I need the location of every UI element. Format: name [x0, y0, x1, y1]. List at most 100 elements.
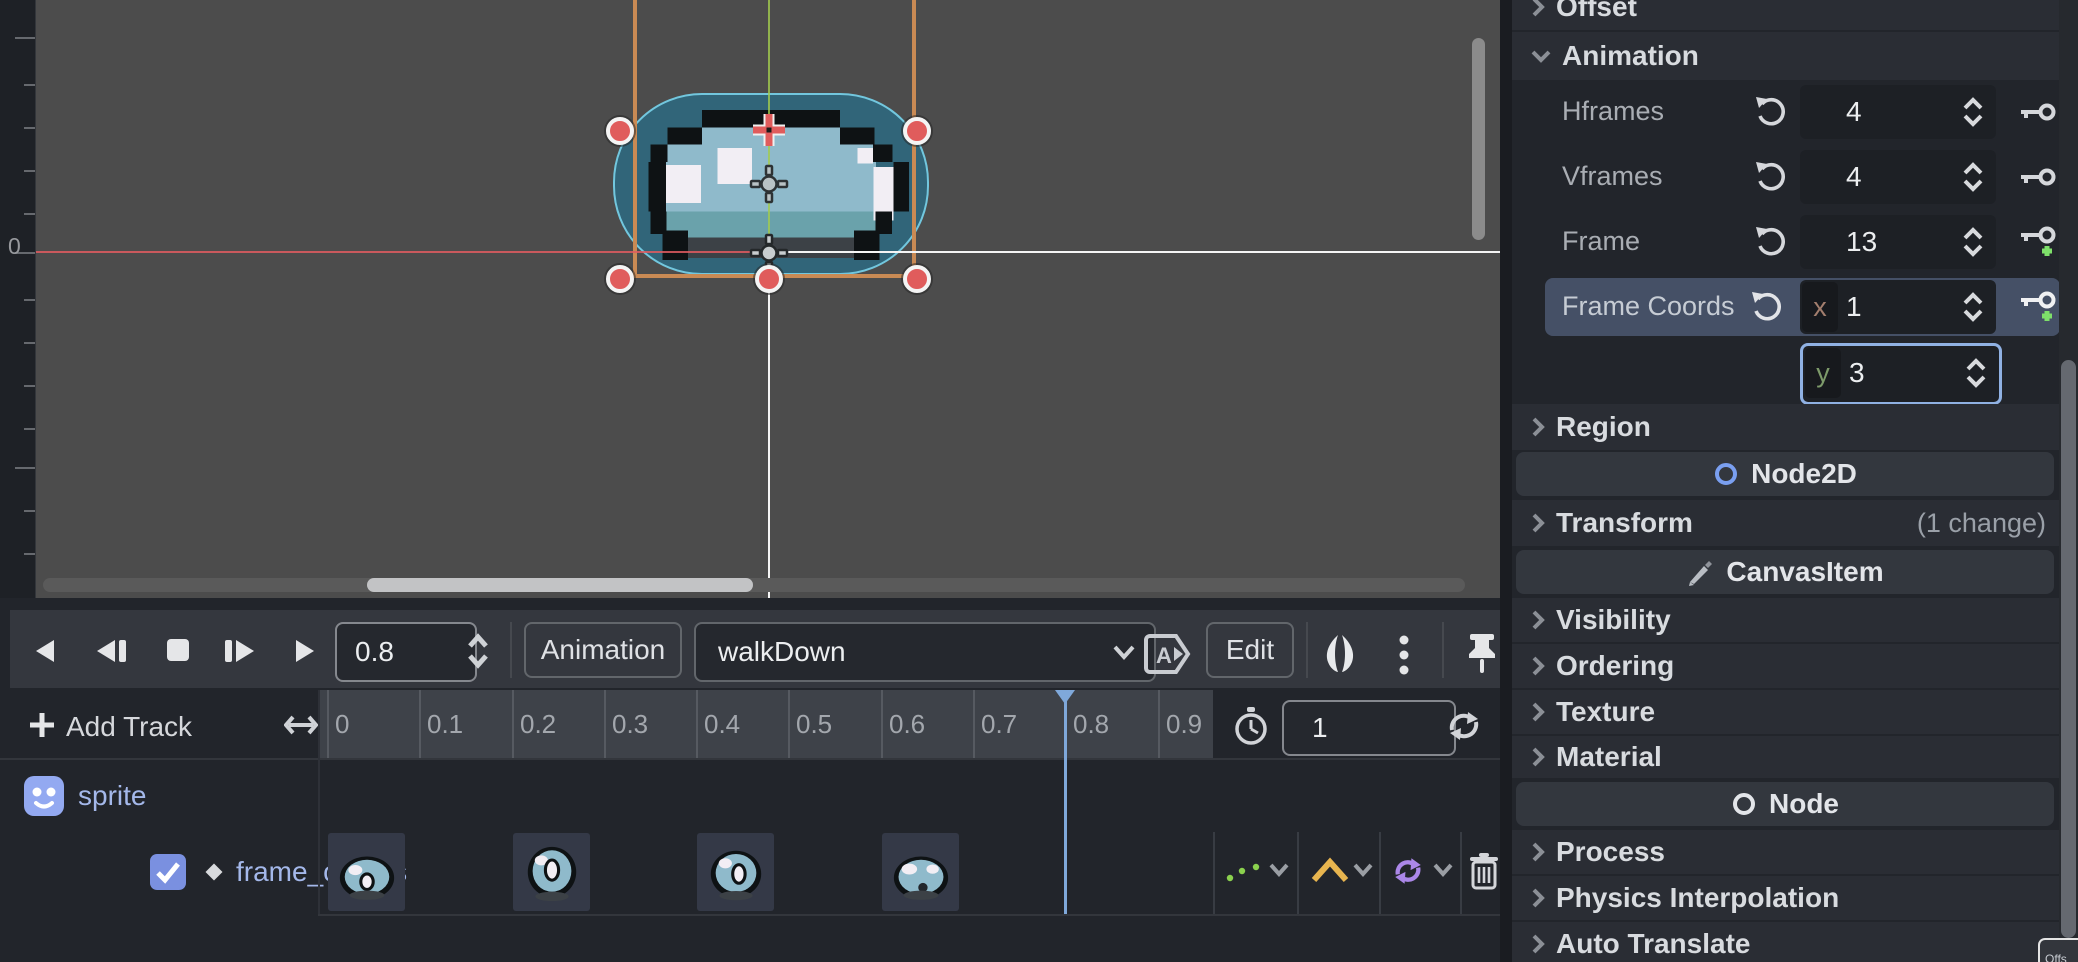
frame-coords-y-field[interactable]: y 3 — [1800, 343, 2002, 405]
interpolation-dropdown-icon[interactable] — [1352, 862, 1374, 877]
keyframe-0[interactable] — [328, 833, 405, 911]
vframes-field[interactable]: 4 — [1800, 150, 1996, 204]
frame-field[interactable]: 13 — [1800, 215, 1996, 269]
animation-menu-button[interactable]: Animation — [524, 622, 682, 678]
frame-coords-x-field[interactable]: x 1 — [1800, 280, 1996, 334]
inspector-scrollbar[interactable] — [2059, 0, 2078, 962]
autoplay-on-load-icon[interactable]: A — [1144, 632, 1192, 676]
revert-icon[interactable] — [1754, 224, 1788, 258]
wrap-mode-dropdown-icon[interactable] — [1432, 862, 1454, 877]
current-animation-name: walkDown — [718, 636, 846, 668]
game-rect-left-edge — [768, 252, 770, 598]
play-backwards-button[interactable] — [32, 638, 58, 664]
vframes-key-icon[interactable] — [2016, 150, 2060, 204]
spinner-icon[interactable] — [1960, 162, 1986, 192]
current-time-field[interactable]: 0.8 — [335, 622, 477, 682]
timeline-ruler[interactable]: 0 0.1 0.2 0.3 0.4 0.5 0.6 0.7 0.8 0.9 — [318, 690, 1213, 760]
frame-coords-key-insert-icon[interactable] — [2016, 280, 2060, 334]
ruler-tick — [15, 37, 35, 39]
loop-wrap-mode-icon[interactable] — [1390, 854, 1426, 888]
x-axis-line — [35, 251, 769, 253]
more-options-kebab-icon[interactable] — [1394, 634, 1414, 676]
section-ordering[interactable]: Ordering — [1512, 644, 2076, 688]
section-material[interactable]: Material — [1512, 736, 2076, 778]
timeline-zoom-arrows-icon[interactable] — [284, 713, 318, 737]
spinner-icon[interactable] — [1960, 227, 1986, 257]
playhead-line[interactable] — [1064, 692, 1067, 914]
keyframe-1[interactable] — [513, 833, 590, 911]
section-region[interactable]: Region — [1512, 404, 2076, 450]
play-backwards-from-end-button[interactable] — [95, 638, 129, 664]
add-track-button[interactable]: Add Track — [66, 711, 192, 743]
corner-popup: Offs — [2038, 938, 2078, 962]
frame-key-insert-icon[interactable] — [2016, 215, 2060, 269]
interpolation-mode-icon[interactable] — [1310, 856, 1350, 884]
spinner-icon[interactable] — [1963, 358, 1989, 388]
spinner-icon[interactable] — [1960, 292, 1986, 322]
category-canvasitem[interactable]: CanvasItem — [1516, 550, 2054, 594]
revert-icon[interactable] — [1750, 289, 1784, 323]
node-icon — [1731, 791, 1757, 817]
delete-track-trash-icon[interactable] — [1468, 852, 1500, 890]
section-auto-translate[interactable]: Auto Translate — [1512, 922, 2076, 962]
section-transform[interactable]: Transform (1 change) — [1512, 500, 2076, 546]
y-badge: y — [1805, 348, 1841, 398]
canvasitem-brush-icon — [1686, 558, 1714, 586]
viewport-vscrollbar[interactable] — [1471, 0, 1486, 598]
position-crosshair-icon[interactable] — [751, 112, 787, 148]
handle-bottom-right[interactable] — [903, 265, 931, 293]
spinner-icon[interactable] — [1960, 97, 1986, 127]
update-mode-icon[interactable] — [1224, 856, 1264, 886]
hframes-key-icon[interactable] — [2016, 85, 2060, 139]
value-track-diamond-icon — [204, 862, 224, 882]
stop-button[interactable] — [166, 638, 190, 662]
animation-length-clock-icon — [1232, 706, 1270, 746]
section-offset[interactable]: Offset — [1512, 0, 2076, 30]
play-from-start-button[interactable] — [222, 638, 256, 664]
handle-right-mid[interactable] — [903, 117, 931, 145]
viewport-hscrollbar[interactable] — [43, 578, 1465, 592]
sprite-center-anchor-icon[interactable] — [749, 164, 789, 204]
revert-icon[interactable] — [1754, 159, 1788, 193]
section-physics-interpolation[interactable]: Physics Interpolation — [1512, 876, 2076, 920]
section-animation[interactable]: Animation — [1512, 32, 2076, 80]
vframes-label: Vframes — [1562, 161, 1663, 192]
onion-skinning-icon[interactable] — [1318, 632, 1362, 676]
frame-label: Frame — [1562, 226, 1640, 257]
category-node2d[interactable]: Node2D — [1516, 452, 2054, 496]
section-process[interactable]: Process — [1512, 830, 2076, 874]
game-rect-top-edge — [769, 251, 1500, 253]
pin-panel-icon[interactable] — [1462, 632, 1502, 676]
keyframe-2[interactable] — [697, 833, 774, 911]
category-node[interactable]: Node — [1516, 782, 2054, 826]
canvas-viewport[interactable]: 0 — [0, 0, 1500, 598]
add-track-plus-icon[interactable] — [28, 711, 56, 739]
check-icon — [150, 854, 186, 890]
handle-bottom-mid[interactable] — [755, 265, 783, 293]
section-texture[interactable]: Texture — [1512, 690, 2076, 734]
track-names-separator — [318, 690, 320, 914]
animation-length-field[interactable]: 1 — [1282, 700, 1456, 756]
revert-icon[interactable] — [1754, 94, 1788, 128]
sprite2d-node-icon — [22, 774, 66, 818]
frame-coords-label: Frame Coords — [1562, 291, 1735, 322]
edit-button[interactable]: Edit — [1206, 622, 1294, 678]
keyframe-3[interactable] — [882, 833, 959, 911]
animation-select-dropdown[interactable]: walkDown — [694, 622, 1156, 682]
hframes-field[interactable]: 4 — [1800, 85, 1996, 139]
track-enabled-checkbox[interactable] — [150, 854, 186, 890]
play-button[interactable] — [292, 638, 318, 664]
svg-text:A: A — [1156, 643, 1172, 668]
section-visibility[interactable]: Visibility — [1512, 598, 2076, 642]
loop-animation-icon[interactable] — [1444, 706, 1484, 746]
ruler-origin-label: 0 — [8, 233, 21, 260]
handle-bottom-left[interactable] — [606, 265, 634, 293]
time-spinner[interactable] — [462, 632, 494, 670]
track-node-name[interactable]: sprite — [78, 780, 146, 812]
update-mode-dropdown-icon[interactable] — [1268, 862, 1290, 877]
godot-editor: 0 0.8 Animation — [0, 0, 2078, 962]
handle-left-mid[interactable] — [606, 117, 634, 145]
vertical-ruler: 0 — [0, 0, 36, 598]
current-time-value: 0.8 — [355, 636, 394, 668]
chevron-down-icon — [1112, 644, 1136, 660]
